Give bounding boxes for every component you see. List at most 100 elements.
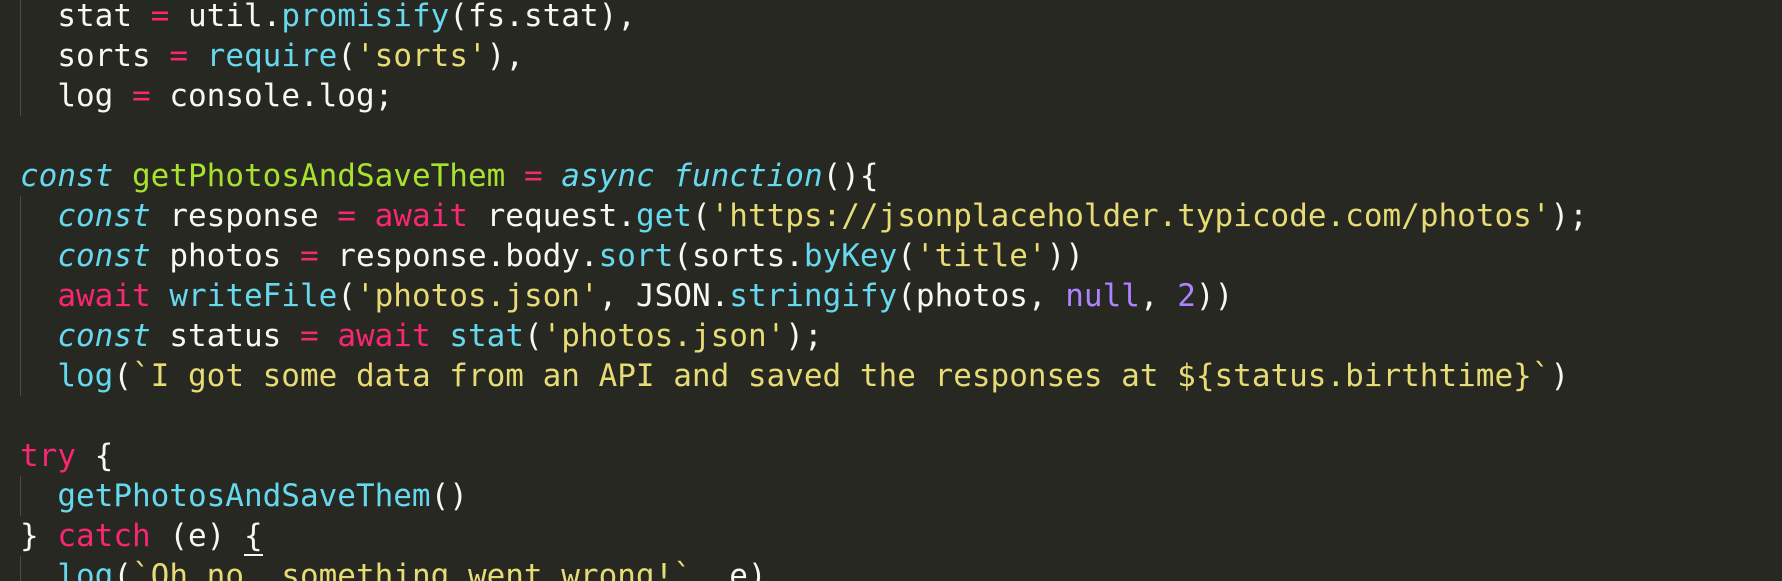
code-line[interactable]: const status = await stat('photos.json')… xyxy=(20,316,1588,356)
code-token: ( xyxy=(113,358,132,394)
code-token: (e) xyxy=(150,518,244,554)
code-token: ( xyxy=(691,198,711,234)
code-token: stat xyxy=(449,318,524,354)
code-token: = xyxy=(132,78,151,114)
code-token: = xyxy=(169,38,188,74)
indent-guide xyxy=(20,236,21,276)
code-token: stringify xyxy=(729,278,898,314)
code-token: 'sorts' xyxy=(356,38,487,74)
code-token: await xyxy=(57,278,151,314)
code-token: response.body. xyxy=(318,238,599,274)
code-token: (sorts. xyxy=(673,238,804,274)
code-token: = xyxy=(523,158,543,194)
code-token: ( xyxy=(337,278,356,314)
code-token: 'photos.json' xyxy=(542,318,786,354)
indent-guide xyxy=(20,476,21,516)
code-token: promisify xyxy=(281,0,450,34)
code-token: )) xyxy=(1046,238,1084,274)
code-line[interactable]: } catch (e) { xyxy=(20,516,1588,556)
code-token: util. xyxy=(169,0,282,34)
code-token: ( xyxy=(337,38,356,74)
indent-guide xyxy=(20,556,21,581)
indent-guide xyxy=(20,196,21,236)
indent-guide xyxy=(20,76,21,116)
code-line[interactable]: getPhotosAndSaveThem() xyxy=(20,476,1588,516)
code-token: , JSON. xyxy=(598,278,730,314)
code-token: (){ xyxy=(822,158,879,194)
code-token: writeFile xyxy=(169,278,338,314)
code-token: (fs.stat), xyxy=(449,0,636,34)
code-token: stat xyxy=(57,0,132,34)
code-line[interactable]: await writeFile('photos.json', JSON.stri… xyxy=(20,276,1588,316)
code-token: console.log; xyxy=(150,78,394,114)
code-token: = xyxy=(299,318,319,354)
code-token: try xyxy=(20,438,76,474)
code-line[interactable] xyxy=(20,116,1588,156)
code-token: , e) xyxy=(691,558,767,581)
indent-guide xyxy=(20,356,21,396)
code-token: ( xyxy=(113,558,132,581)
code-token: } xyxy=(20,518,58,554)
code-token: photos xyxy=(150,238,300,274)
code-line[interactable]: try { xyxy=(20,436,1588,476)
code-token: ) xyxy=(1550,358,1570,394)
code-line[interactable]: const getPhotosAndSaveThem = async funct… xyxy=(20,156,1588,196)
code-token: null xyxy=(1065,278,1140,314)
indent-guide xyxy=(20,36,21,76)
code-token: , xyxy=(1139,278,1178,314)
code-token: () xyxy=(430,478,468,514)
code-token: = xyxy=(299,238,319,274)
code-line[interactable]: log = console.log; xyxy=(20,76,1588,116)
code-token: 'title' xyxy=(915,238,1047,274)
code-line[interactable]: sorts = require('sorts'), xyxy=(20,36,1588,76)
code-line[interactable]: const photos = response.body.sort(sorts.… xyxy=(20,236,1588,276)
code-token: sort xyxy=(598,238,674,274)
code-token: await xyxy=(374,198,468,234)
code-token: byKey xyxy=(803,238,898,274)
code-token: ); xyxy=(1550,198,1588,234)
code-token: getPhotosAndSaveThem xyxy=(57,478,431,514)
code-editor[interactable]: stat = util.promisify(fs.stat), sorts = … xyxy=(0,0,1782,581)
code-token: catch xyxy=(57,518,151,554)
code-token: 'https://jsonplaceholder.typicode.com/ph… xyxy=(710,198,1551,234)
code-line[interactable] xyxy=(20,396,1588,436)
code-area[interactable]: stat = util.promisify(fs.stat), sorts = … xyxy=(20,0,1588,581)
code-line[interactable]: log(`Oh no, something went wrong!`, e) xyxy=(20,556,1588,581)
code-token: async xyxy=(561,158,655,194)
code-token: ( xyxy=(523,318,543,354)
indent-guide xyxy=(20,276,21,316)
indent-guide xyxy=(20,316,21,356)
code-token: status xyxy=(150,318,300,354)
indent-guide xyxy=(20,0,21,36)
code-token: { xyxy=(76,438,114,474)
code-token: ), xyxy=(486,38,524,74)
code-line[interactable]: stat = util.promisify(fs.stat), xyxy=(20,0,1588,36)
code-token: response xyxy=(150,198,338,234)
code-token: const xyxy=(57,238,151,274)
code-token: = xyxy=(150,0,170,34)
code-line[interactable]: const response = await request.get('http… xyxy=(20,196,1588,236)
code-token: request. xyxy=(467,198,636,234)
code-token: `Oh no, something went wrong!` xyxy=(132,558,692,581)
code-line[interactable]: log(`I got some data from an API and sav… xyxy=(20,356,1588,396)
